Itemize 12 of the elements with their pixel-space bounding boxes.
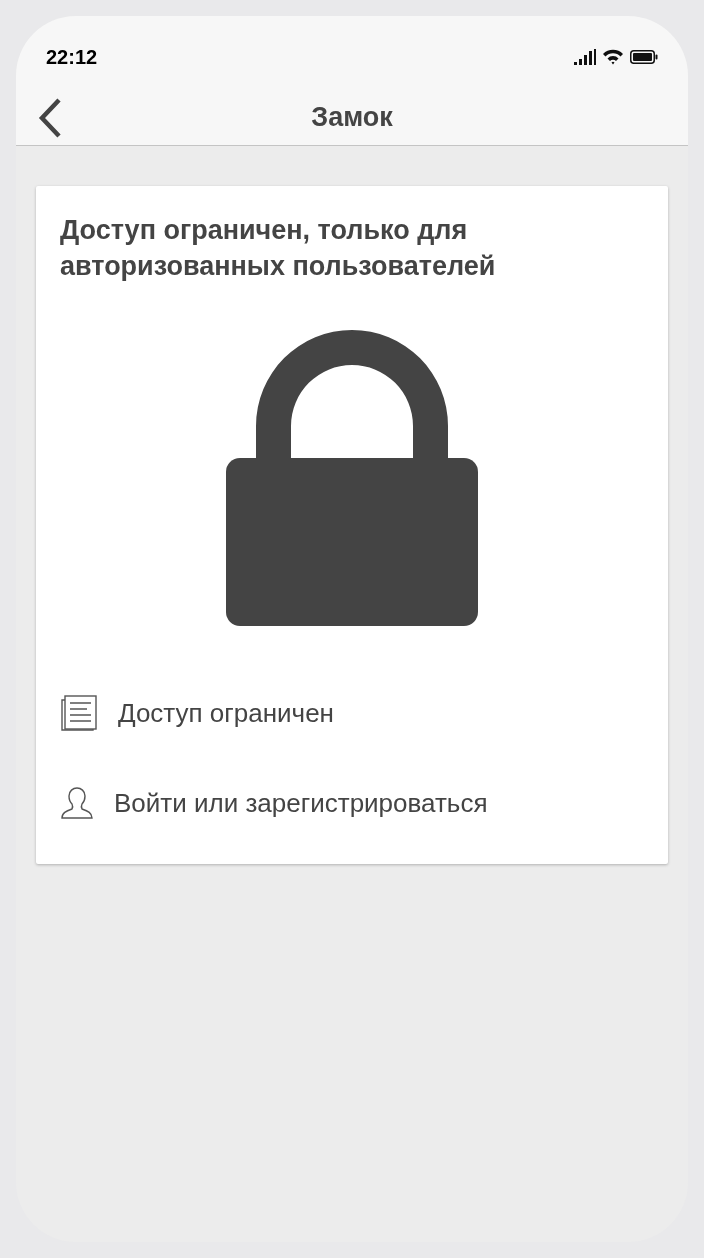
lock-icon	[226, 328, 478, 626]
wifi-icon	[602, 49, 624, 65]
battery-icon	[630, 50, 658, 64]
person-icon	[60, 787, 94, 819]
back-icon	[37, 98, 63, 138]
menu-item[interactable]: Войти или зарегистрироваться	[60, 758, 644, 848]
menu-item[interactable]: Доступ ограничен	[60, 668, 644, 758]
screen-title: Замок	[311, 101, 393, 135]
card-heading: Доступ ограничен, только для авторизованных пользователей	[60, 214, 497, 283]
signal-icon	[574, 49, 596, 65]
document-icon	[60, 694, 98, 732]
status-time: 22:12	[46, 45, 98, 70]
